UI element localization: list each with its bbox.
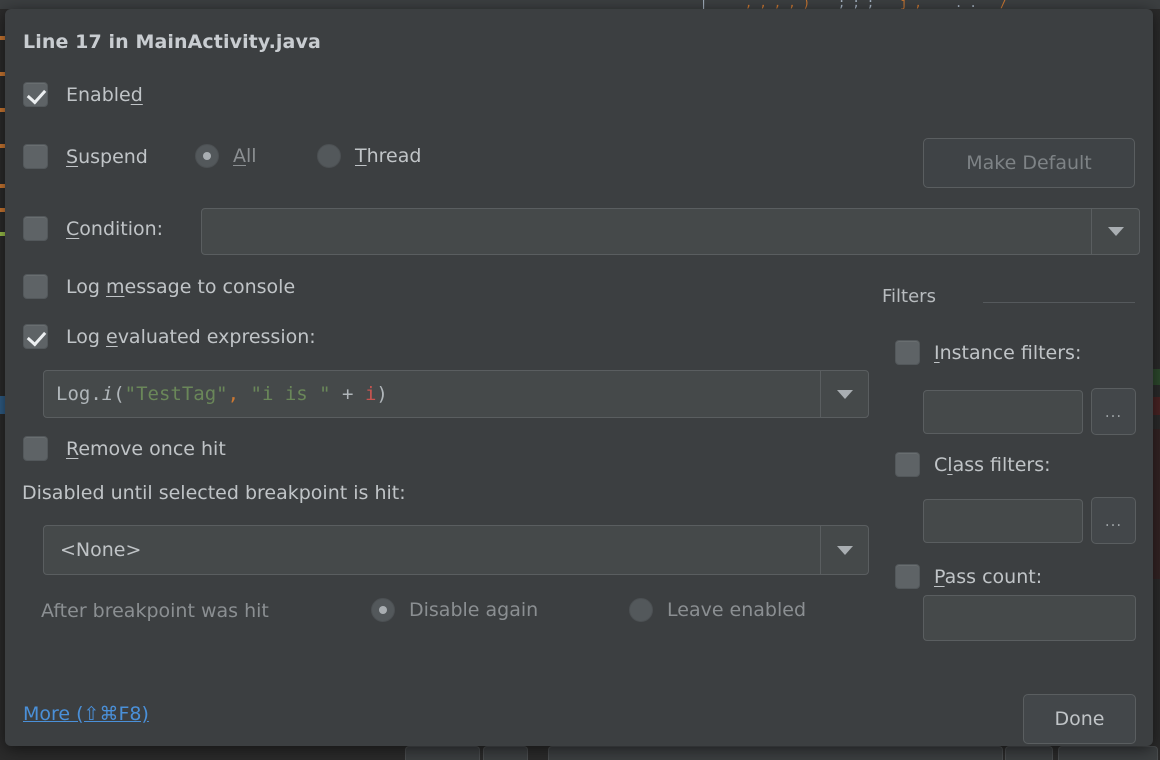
editor-code-strip: | , , , , ) ; ; ; j , . . / (0, 0, 1160, 9)
after-hit-disable-again-row[interactable]: Disable again (371, 598, 538, 622)
filters-section-title: Filters (882, 286, 936, 307)
after-hit-label: After breakpoint was hit (41, 600, 269, 622)
page-title: Line 17 in MainActivity.java (23, 31, 321, 53)
enabled-checkbox[interactable] (23, 82, 48, 107)
class-filters-browse-label: ... (1105, 512, 1122, 530)
code-token-plain: Log. (56, 383, 102, 405)
suspend-all-radio-row[interactable]: All (195, 144, 257, 168)
suspend-label: Suspend (66, 146, 148, 168)
done-button-label: Done (1055, 708, 1105, 730)
log-expression-combo[interactable]: Log.i("TestTag", "i is " + i) (43, 370, 869, 418)
instance-filters-browse-label: ... (1105, 403, 1122, 421)
log-expression-input[interactable]: Log.i("TestTag", "i is " + i) (44, 371, 820, 417)
more-link[interactable]: More (⇧⌘F8) (23, 703, 149, 725)
log-expression-checkbox-row[interactable]: Log evaluated expression: (23, 324, 316, 349)
class-filters-checkbox[interactable] (895, 452, 920, 477)
bottom-tab[interactable] (483, 746, 528, 760)
pass-count-label: Pass count: (934, 566, 1042, 588)
code-token-comma: , (228, 383, 239, 405)
bottom-toolbar (0, 746, 1160, 760)
suspend-thread-label: Thread (355, 145, 421, 167)
condition-checkbox[interactable] (23, 216, 48, 241)
class-filters-browse-button[interactable]: ... (1091, 497, 1136, 544)
disable-again-radio[interactable] (371, 598, 395, 622)
suspend-checkbox[interactable] (23, 144, 48, 169)
bottom-tab[interactable] (1058, 746, 1158, 760)
condition-input[interactable] (202, 209, 1091, 254)
done-button[interactable]: Done (1023, 694, 1136, 744)
remove-once-hit-checkbox[interactable] (23, 436, 48, 461)
log-expression-checkbox[interactable] (23, 324, 48, 349)
log-message-checkbox-row[interactable]: Log message to console (23, 274, 295, 299)
instance-filters-input[interactable] (923, 390, 1083, 434)
disabled-until-value[interactable]: <None> (44, 526, 820, 574)
pass-count-checkbox-row[interactable]: Pass count: (895, 564, 1042, 589)
log-message-label: Log message to console (66, 276, 295, 298)
breakpoint-settings-dialog: Line 17 in MainActivity.java Enabled Sus… (5, 9, 1153, 746)
bottom-tab[interactable] (1005, 746, 1053, 760)
chevron-down-icon[interactable] (820, 371, 868, 417)
chevron-down-icon[interactable] (820, 526, 868, 574)
class-filters-label: Class filters: (934, 454, 1051, 476)
code-token-plain (239, 383, 250, 405)
disable-again-label: Disable again (409, 599, 538, 621)
instance-filters-browse-button[interactable]: ... (1091, 388, 1136, 435)
make-default-label: Make Default (966, 152, 1092, 174)
leave-enabled-label: Leave enabled (667, 599, 806, 621)
class-filters-input[interactable] (923, 499, 1083, 543)
code-token-plain: ) (376, 383, 387, 405)
code-token-string: "TestTag" (125, 383, 228, 405)
bottom-tab[interactable] (405, 746, 480, 760)
suspend-checkbox-row[interactable]: Suspend (23, 144, 148, 169)
leave-enabled-radio[interactable] (629, 598, 653, 622)
enabled-label: Enabled (66, 84, 143, 106)
suspend-thread-radio-row[interactable]: Thread (317, 144, 421, 168)
instance-filters-label: Instance filters: (934, 342, 1081, 364)
code-token-italic: i (102, 383, 113, 405)
make-default-button[interactable]: Make Default (923, 138, 1135, 188)
disabled-until-combo[interactable]: <None> (43, 525, 869, 575)
after-hit-leave-enabled-row[interactable]: Leave enabled (629, 598, 806, 622)
suspend-all-label: All (233, 145, 257, 167)
code-token-string: "i is " (251, 383, 331, 405)
pass-count-input[interactable] (923, 595, 1136, 641)
remove-once-hit-label: Remove once hit (66, 438, 226, 460)
instance-filters-checkbox[interactable] (895, 340, 920, 365)
suspend-thread-radio[interactable] (317, 144, 341, 168)
chevron-down-icon[interactable] (1091, 209, 1139, 254)
suspend-all-radio[interactable] (195, 144, 219, 168)
pass-count-checkbox[interactable] (895, 564, 920, 589)
bottom-tab[interactable] (548, 746, 1003, 760)
condition-label: Condition: (66, 218, 163, 240)
class-filters-checkbox-row[interactable]: Class filters: (895, 452, 1051, 477)
code-token-variable: i (365, 383, 376, 405)
condition-combo[interactable] (201, 208, 1140, 255)
remove-once-hit-checkbox-row[interactable]: Remove once hit (23, 436, 226, 461)
code-token-plain: ( (113, 383, 124, 405)
instance-filters-checkbox-row[interactable]: Instance filters: (895, 340, 1081, 365)
code-token-plain: + (331, 383, 365, 405)
log-expression-label: Log evaluated expression: (66, 326, 316, 348)
enabled-checkbox-row[interactable]: Enabled (23, 82, 143, 107)
filters-divider (983, 302, 1135, 303)
disabled-until-label: Disabled until selected breakpoint is hi… (22, 482, 406, 504)
log-message-checkbox[interactable] (23, 274, 48, 299)
condition-checkbox-row[interactable]: Condition: (23, 216, 163, 241)
